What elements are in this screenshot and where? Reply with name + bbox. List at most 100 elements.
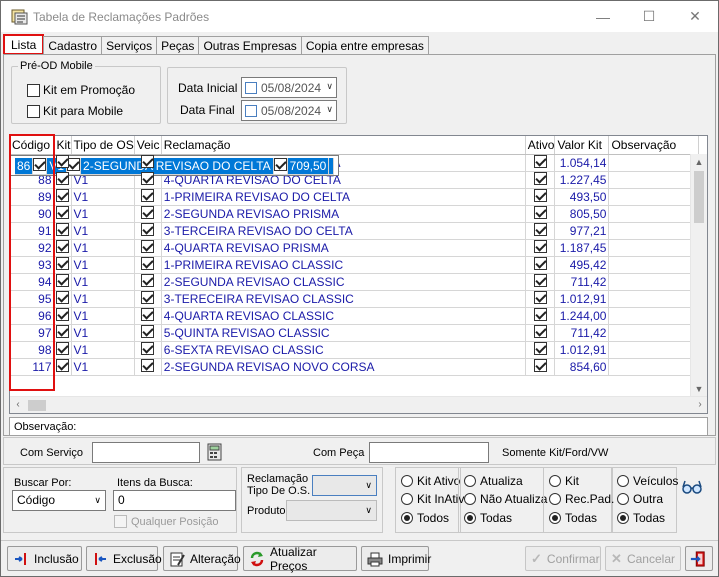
checkbox-checked-icon[interactable] [533,189,547,202]
com-servico-input[interactable] [92,442,200,463]
buscar-por-select[interactable]: Código ∨ [12,490,106,511]
cell-ativo[interactable] [525,239,556,257]
radio-nao-atualiza[interactable]: Não Atualiza [464,492,547,506]
checkbox-checked-icon[interactable] [56,274,69,287]
cell-ativo[interactable] [525,256,556,274]
checkbox-checked-icon[interactable] [533,206,547,219]
cell-ativo[interactable] [525,324,556,342]
table-row[interactable]: 97 V1 5-QUINTA REVISAO CLASSIC 711,42 [10,324,700,342]
table-row[interactable]: 96 V1 4-QUARTA REVISAO CLASSIC 1.244,00 [10,307,700,325]
table-row[interactable]: 90 V1 2-SEGUNDA REVISAO PRISMA 805,50 [10,205,700,223]
tab-copia-entre-empresas[interactable]: Copia entre empresas [300,36,429,55]
cell-veic[interactable] [134,307,162,325]
cell-ativo[interactable] [525,358,556,376]
table-row[interactable]: 98 V1 6-SEXTA REVISAO CLASSIC 1.012,91 [10,341,700,359]
cell-kit[interactable] [54,205,72,223]
reclamacoes-grid[interactable]: Código Kit Tipo de OS Veic Reclamação At… [9,135,708,414]
cell-kit[interactable] [54,358,72,376]
atualizar-precos-button[interactable]: Atualizar Preços [243,545,357,573]
cell-kit[interactable] [54,307,72,325]
table-row[interactable]: 117 V1 2-SEGUNDA REVISAO NOVO CORSA 854,60 [10,358,700,376]
confirmar-button[interactable]: ✓ Confirmar [525,546,601,571]
scroll-thumb[interactable] [694,171,704,223]
checkbox-checked-icon[interactable] [56,206,69,219]
cell-veic[interactable] [134,239,162,257]
cell-kit[interactable] [54,256,72,274]
cell-veic[interactable] [134,205,162,223]
checkbox-checked-icon[interactable] [56,308,69,321]
cell-kit[interactable] [54,239,72,257]
col-codigo[interactable]: Código [10,136,55,155]
checkbox-checked-icon[interactable] [56,291,69,304]
cell-ativo[interactable] [525,307,556,325]
radio-outra[interactable]: Outra [617,492,663,506]
checkbox-checked-icon[interactable] [141,291,155,304]
col-tipo-os[interactable]: Tipo de OS [71,136,135,155]
exit-button[interactable] [685,546,713,571]
cell-ativo[interactable] [525,188,556,206]
checkbox-checked-icon[interactable] [533,154,547,168]
tab-servicos[interactable]: Serviços [101,36,158,55]
col-observacao[interactable]: Observação [608,136,700,155]
checkbox-checked-icon[interactable] [533,325,547,338]
checkbox-checked-icon[interactable] [141,308,155,321]
checkbox-checked-icon[interactable] [56,172,69,185]
radio-todas-veiculos[interactable]: Todas [617,511,665,525]
cell-ativo[interactable] [525,222,556,240]
cell-veic[interactable] [134,290,162,308]
checkbox-checked-icon[interactable] [141,206,155,219]
data-final-picker[interactable]: 05/08/2024 ∨ [241,100,337,121]
cell-kit[interactable] [54,341,72,359]
cell-ativo[interactable] [525,154,556,172]
checkbox-checked-icon[interactable] [533,291,547,304]
table-row[interactable]: 89 V1 1-PRIMEIRA REVISAO DO CELTA 493,50 [10,188,700,206]
checkbox-checked-icon[interactable] [56,342,69,355]
checkbox-checked-icon[interactable] [141,154,155,168]
glasses-icon[interactable] [681,479,703,495]
cancelar-button[interactable]: ✕ Cancelar [605,546,681,571]
radio-rec-pad[interactable]: Rec.Pad. [549,492,614,506]
radio-kit[interactable]: Kit [549,474,579,488]
col-valor-kit[interactable]: Valor Kit [554,136,610,155]
cell-kit[interactable] [54,171,72,189]
checkbox-checked-icon[interactable] [141,189,155,202]
data-inicial-picker[interactable]: 05/08/2024 ∨ [241,77,337,98]
hscroll-thumb[interactable] [28,400,46,411]
cell-ativo[interactable] [273,157,288,175]
col-kit[interactable]: Kit [54,136,72,155]
cell-veic[interactable] [134,188,162,206]
cell-veic[interactable] [134,324,162,342]
checkbox-checked-icon[interactable] [141,359,155,372]
scroll-down-icon[interactable]: ▼ [691,381,707,397]
cell-veic[interactable] [134,222,162,240]
checkbox-checked-icon[interactable] [56,223,69,236]
checkbox-checked-icon[interactable] [141,240,155,253]
close-button[interactable]: ✕ [672,1,718,32]
cell-veic[interactable] [134,358,162,376]
radio-todos[interactable]: Todos [401,511,449,525]
checkbox-checked-icon[interactable] [533,223,547,236]
grid-vertical-scrollbar[interactable]: ▲ ▼ [690,154,707,397]
minimize-button[interactable]: — [580,1,626,32]
tipo-os-select[interactable]: ∨ [312,475,377,496]
cell-kit[interactable] [54,290,72,308]
checkbox-checked-icon[interactable] [33,157,46,171]
checkbox-checked-icon[interactable] [141,342,155,355]
checkbox-checked-icon[interactable] [56,257,69,270]
qualquer-posicao-checkbox[interactable]: Qualquer Posição [114,515,218,528]
scroll-left-icon[interactable]: ‹ [10,397,26,413]
kit-mobile-checkbox[interactable]: Kit para Mobile [27,104,123,118]
radio-atualiza[interactable]: Atualiza [464,474,523,488]
checkbox-checked-icon[interactable] [56,240,69,253]
inclusao-button[interactable]: Inclusão [7,546,82,571]
table-row[interactable]: 93 V1 1-PRIMEIRA REVISAO CLASSIC 495,42 [10,256,700,274]
cell-veic[interactable] [134,273,162,291]
tab-outras-empresas[interactable]: Outras Empresas [198,36,302,55]
checkbox-checked-icon[interactable] [141,257,155,270]
checkbox-checked-icon[interactable] [56,325,69,338]
col-ativo[interactable]: Ativo [525,136,556,155]
cell-kit[interactable] [54,188,72,206]
cell-kit[interactable] [32,157,48,175]
radio-kit-ativo[interactable]: Kit Ativo [401,474,460,488]
table-row[interactable]: 91 V1 3-TERCEIRA REVISAO DO CELTA 977,21 [10,222,700,240]
